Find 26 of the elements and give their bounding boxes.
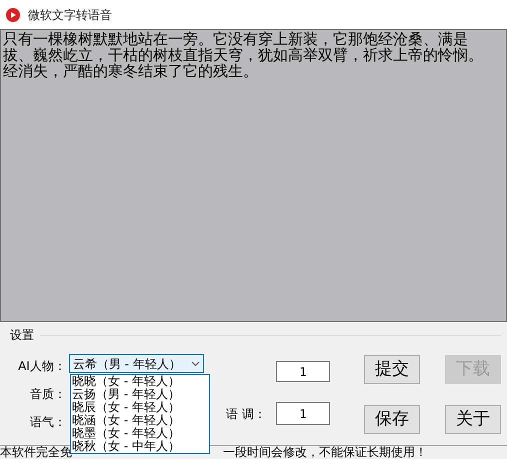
button[interactable]: 保存 <box>364 405 420 434</box>
group-title: 设置 <box>10 327 34 344</box>
text-line: 经消失，严酷的寒冬结束了它的残生。 <box>3 63 259 79</box>
dropdown-option[interactable]: 晓晓（女 - 年轻人） <box>71 375 209 388</box>
voice-dropdown[interactable]: 云希（男 - 年轻人） <box>68 354 204 373</box>
field-label: 语气： <box>30 414 66 431</box>
text-line: 只有一棵橡树默默地站在一旁。它没有穿上新装，它那饱经沧桑、满是 <box>3 31 469 47</box>
button[interactable]: 提交 <box>364 355 420 384</box>
text-line: 拔、巍然屹立，干枯的树枝直指天穹，犹如高举双臂，祈求上帝的怜悯。 <box>3 47 484 63</box>
dropdown-option[interactable]: 晓墨（女 - 年轻人） <box>71 427 209 440</box>
dropdown-option[interactable]: 晓秋（女 - 中年人） <box>71 440 209 453</box>
play-icon <box>6 8 20 22</box>
window-title: 微软文字转语音 <box>28 6 112 24</box>
field-label: 语 调： <box>226 406 267 422</box>
text-area[interactable]: 只有一棵橡树默默地站在一旁。它没有穿上新装，它那饱经沧桑、满是 拔、巍然屹立，干枯的树枝直指天穹，犹如高举双臂，祈求上帝的怜悯。 经消失，严酷的寒冬结束了它的残生。 <box>0 29 507 322</box>
status-text: 一段时间会修改，不能保证长期使用！ <box>223 446 427 459</box>
dropdown-option[interactable]: 云扬（男 - 年轻人） <box>71 388 209 401</box>
chevron-down-icon <box>191 360 200 366</box>
field-label: 音质： <box>30 386 66 403</box>
input-field[interactable]: 1 <box>276 361 330 382</box>
dropdown-option[interactable]: 晓涵（女 - 年轻人） <box>71 414 209 427</box>
button[interactable]: 关于 <box>445 405 501 434</box>
input-field[interactable]: 1 <box>276 402 330 425</box>
dropdown-option[interactable]: 晓辰（女 - 年轻人） <box>71 401 209 414</box>
status-text: 本软件完全免 <box>0 446 72 459</box>
field-label: AI人物： <box>18 358 66 375</box>
